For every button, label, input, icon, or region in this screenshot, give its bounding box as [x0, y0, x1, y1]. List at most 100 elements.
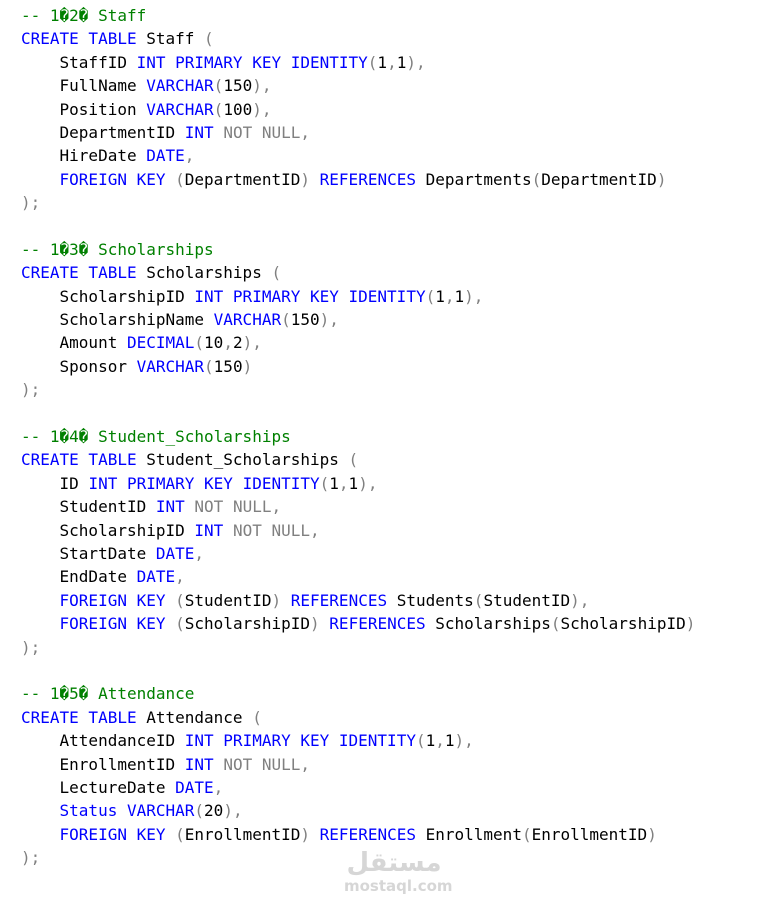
- identifier-token: 20: [204, 801, 224, 821]
- identifier-token: LectureDate: [21, 777, 176, 797]
- punctuation-token: (: [175, 169, 185, 189]
- identifier-token: [166, 591, 176, 610]
- punctuation-token: );: [21, 380, 41, 400]
- identifier-token: ScholarshipID: [21, 286, 195, 306]
- code-line: EndDate DATE,: [21, 565, 695, 588]
- code-line: DepartmentID INT NOT NULL,: [21, 121, 695, 144]
- punctuation-token: ,: [310, 520, 320, 540]
- keyword-token: FOREIGN KEY: [59, 824, 166, 844]
- identifier-token: Departments: [415, 169, 532, 189]
- punctuation-token: (: [521, 824, 532, 844]
- punctuation-token: ),: [319, 310, 339, 330]
- punctuation-token: ,: [300, 122, 311, 142]
- punctuation-token: (: [367, 52, 378, 72]
- punctuation-token: ): [647, 824, 657, 844]
- identifier-token: [281, 591, 291, 610]
- code-line: -- 1�5� Attendance: [21, 682, 695, 705]
- identifier-token: 10: [204, 333, 224, 353]
- punctuation-token: (: [550, 614, 561, 634]
- keyword-token: VARCHAR: [126, 801, 195, 821]
- identifier-token: [166, 170, 176, 189]
- identifier-token: 1: [425, 731, 436, 751]
- punctuation-token: ): [242, 356, 253, 376]
- watermark-arabic-text: مستقل: [346, 848, 442, 878]
- punctuation-token: ),: [252, 76, 272, 96]
- identifier-token: [214, 123, 224, 142]
- code-line: HireDate DATE,: [21, 144, 695, 167]
- keyword-token: FOREIGN KEY: [59, 169, 166, 189]
- punctuation-token: ): [300, 169, 311, 189]
- identifier-token: ScholarshipID: [560, 614, 686, 634]
- identifier-token: [310, 170, 320, 189]
- identifier-token: StudentID: [483, 590, 571, 610]
- code-line: );: [21, 636, 695, 659]
- keyword-token: REFERENCES: [329, 614, 426, 634]
- keyword-token: VARCHAR: [213, 310, 282, 330]
- identifier-token: StudentID: [184, 590, 272, 610]
- identifier-token: [21, 825, 60, 844]
- punctuation-token: (: [281, 310, 291, 330]
- identifier-token: 1: [377, 52, 388, 72]
- punctuation-token: ,: [387, 52, 397, 72]
- identifier-token: 1: [329, 473, 339, 493]
- identifier-token: [117, 801, 127, 820]
- punctuation-token: ),: [358, 473, 378, 493]
- punctuation-token: (: [473, 590, 484, 610]
- punctuation-token: );: [21, 637, 41, 657]
- identifier-token: [21, 170, 60, 189]
- code-line: StaffID INT PRIMARY KEY IDENTITY(1,1),: [21, 51, 695, 74]
- identifier-token: [214, 755, 224, 774]
- punctuation-token: (: [213, 76, 224, 96]
- punctuation-token: ,: [271, 497, 282, 517]
- keyword-token: INT: [184, 754, 214, 774]
- identifier-token: ID: [21, 473, 89, 493]
- identifier-token: Staff: [136, 29, 205, 49]
- identifier-token: 1: [435, 286, 445, 306]
- punctuation-token: (: [204, 356, 214, 376]
- identifier-token: 1: [444, 731, 455, 751]
- punctuation-token: ): [300, 824, 311, 844]
- identifier-token: DepartmentID: [541, 169, 657, 189]
- identifier-token: StudentID: [21, 497, 156, 517]
- keyword-token: CREATE TABLE: [21, 263, 137, 283]
- identifier-token: ScholarshipID: [21, 520, 195, 540]
- punctuation-token: ),: [464, 286, 484, 306]
- identifier-token: Amount: [21, 333, 127, 353]
- keyword-token: DATE: [146, 146, 185, 166]
- punctuation-token: (: [194, 333, 205, 353]
- code-line: Amount DECIMAL(10,2),: [21, 331, 695, 354]
- code-line: );: [21, 191, 695, 214]
- code-line: -- 1�3� Scholarships: [21, 238, 695, 261]
- keyword-token: REFERENCES: [290, 590, 388, 610]
- identifier-token: [166, 825, 176, 844]
- identifier-token: EnrollmentID: [531, 824, 648, 844]
- punctuation-token: ): [656, 169, 667, 189]
- identifier-token: ScholarshipID: [184, 614, 311, 634]
- punctuation-token: ): [310, 614, 320, 634]
- constraint-token: NOT NULL: [223, 754, 301, 774]
- code-line: Position VARCHAR(100),: [21, 98, 695, 121]
- keyword-token: DATE: [175, 777, 214, 797]
- punctuation-token: (: [175, 590, 185, 610]
- punctuation-token: (: [319, 473, 330, 493]
- punctuation-token: ,: [223, 333, 233, 353]
- mostaql-watermark-logo: مستقل mostaql.com: [344, 848, 453, 894]
- punctuation-token: (: [531, 169, 542, 189]
- punctuation-token: ,: [213, 777, 224, 797]
- code-line: CREATE TABLE Attendance (: [21, 706, 695, 729]
- punctuation-token: (: [175, 614, 185, 634]
- code-line: ScholarshipID INT NOT NULL,: [21, 519, 695, 542]
- identifier-token: [310, 825, 320, 844]
- identifier-token: Sponsor: [21, 356, 137, 376]
- identifier-token: 150: [223, 76, 253, 96]
- keyword-token: INT: [184, 122, 214, 142]
- keyword-token: INT PRIMARY KEY IDENTITY: [184, 731, 416, 751]
- code-line: StartDate DATE,: [21, 542, 695, 565]
- keyword-token: VARCHAR: [146, 99, 214, 119]
- identifier-token: EndDate: [21, 567, 137, 587]
- punctuation-token: ): [685, 614, 696, 634]
- identifier-token: 1: [396, 52, 407, 72]
- code-line: ScholarshipID INT PRIMARY KEY IDENTITY(1…: [21, 285, 695, 308]
- punctuation-token: (: [252, 707, 262, 727]
